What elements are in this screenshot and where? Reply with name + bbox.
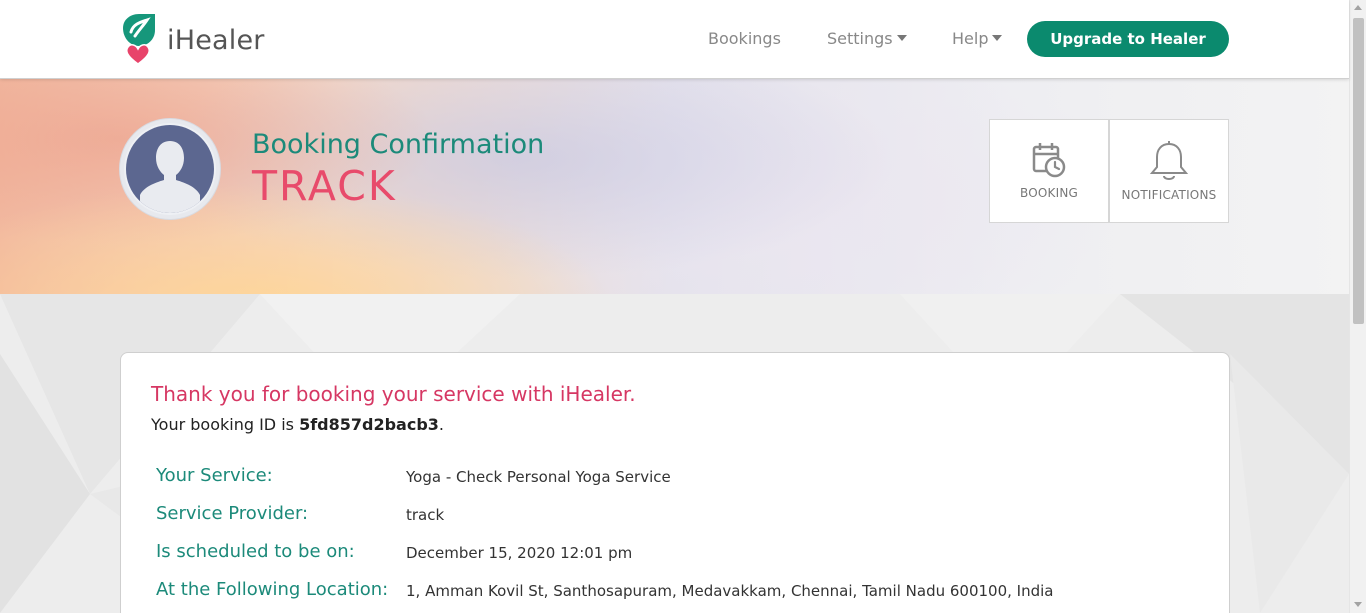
- ihealer-logo[interactable]: iHealer: [119, 14, 265, 66]
- notifications-tile-label: NOTIFICATIONS: [1121, 188, 1217, 202]
- page-subtitle: Booking Confirmation: [252, 129, 545, 160]
- booking-id-suffix: .: [438, 415, 445, 434]
- nav-bookings-link[interactable]: Bookings: [708, 29, 781, 48]
- hero-banner: Booking Confirmation TRACK BOOKING NOTIF…: [0, 79, 1349, 294]
- detail-row-schedule: Is scheduled to be on: December 15, 2020…: [156, 541, 1196, 565]
- caret-down-icon: [992, 35, 1003, 41]
- scroll-down-icon[interactable]: [1354, 602, 1362, 607]
- detail-row-service: Your Service: Yoga - Check Personal Yoga…: [156, 465, 1196, 489]
- detail-value: 1, Amman Kovil St, Santhosapuram, Medava…: [406, 582, 1054, 600]
- nav-help-label: Help: [952, 29, 989, 48]
- booking-tile[interactable]: BOOKING: [989, 119, 1109, 223]
- nav-settings-label: Settings: [827, 29, 893, 48]
- scrollbar-thumb[interactable]: [1353, 18, 1364, 324]
- detail-label: Your Service:: [156, 465, 273, 486]
- user-silhouette-icon: [126, 125, 214, 213]
- top-navbar: iHealer Bookings Settings Help Upgrade t…: [0, 0, 1349, 79]
- booking-id-value: 5fd857d2bacb3: [299, 415, 439, 434]
- detail-label: At the Following Location:: [156, 579, 389, 600]
- app-name: iHealer: [167, 24, 265, 56]
- nav-help-dropdown[interactable]: Help: [952, 29, 1003, 48]
- detail-value: track: [406, 506, 445, 524]
- page-title: TRACK: [252, 162, 397, 210]
- avatar[interactable]: [120, 119, 220, 219]
- detail-label: Service Provider:: [156, 503, 309, 524]
- scroll-up-icon[interactable]: [1354, 5, 1362, 10]
- thank-you-message: Thank you for booking your service with …: [151, 382, 636, 406]
- bell-icon: [1149, 141, 1189, 180]
- booking-id-prefix: Your booking ID is: [151, 415, 300, 434]
- page-scrollbar[interactable]: [1349, 0, 1366, 613]
- upgrade-to-healer-button[interactable]: Upgrade to Healer: [1027, 21, 1229, 57]
- leaf-heart-icon: [123, 14, 155, 65]
- booking-tile-label: BOOKING: [1020, 186, 1078, 200]
- booking-id-line: Your booking ID is 5fd857d2bacb3.: [151, 415, 444, 434]
- detail-row-provider: Service Provider: track: [156, 503, 1196, 527]
- detail-value: December 15, 2020 12:01 pm: [406, 544, 633, 562]
- detail-value: Yoga - Check Personal Yoga Service: [406, 468, 671, 486]
- nav-settings-dropdown[interactable]: Settings: [827, 29, 907, 48]
- confirmation-card: Thank you for booking your service with …: [120, 352, 1230, 613]
- caret-down-icon: [896, 35, 907, 41]
- detail-row-location: At the Following Location: 1, Amman Kovi…: [156, 579, 1196, 603]
- detail-label: Is scheduled to be on:: [156, 541, 355, 562]
- calendar-clock-icon: [1032, 143, 1066, 178]
- notifications-tile[interactable]: NOTIFICATIONS: [1109, 119, 1229, 223]
